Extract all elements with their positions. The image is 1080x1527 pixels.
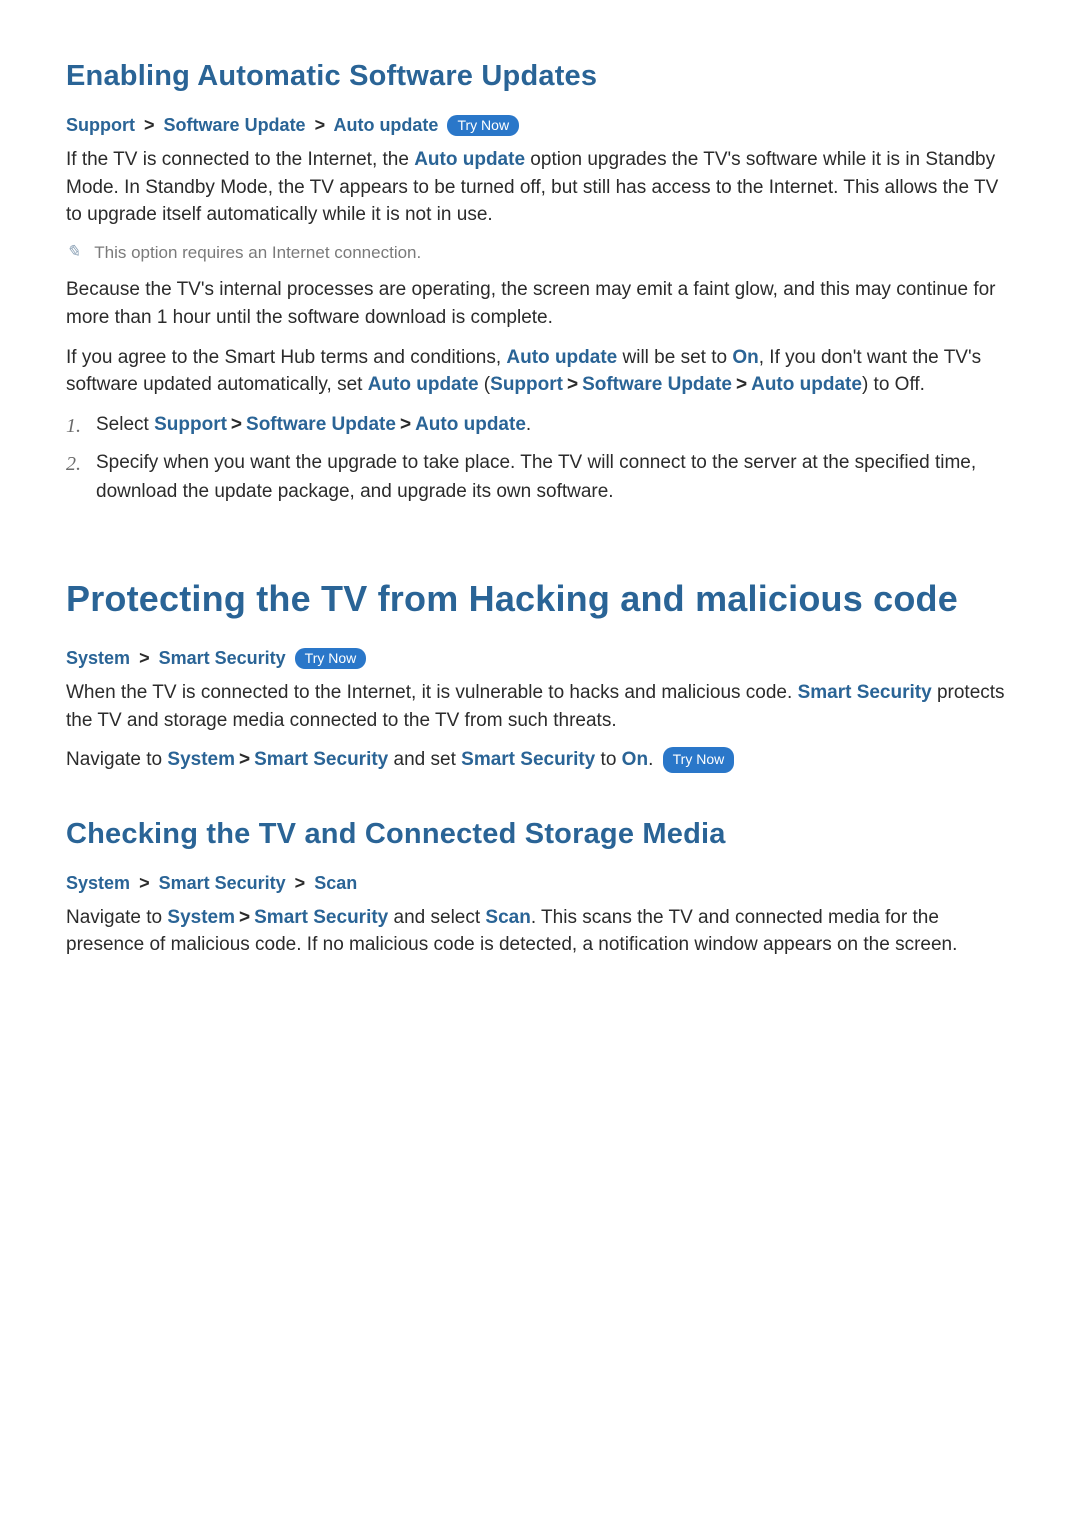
breadcrumb: Support > Software Update > Auto update … (66, 115, 1014, 136)
text: and select (388, 907, 485, 928)
step-item: Specify when you want the upgrade to tak… (66, 449, 1014, 506)
keyword-on: On (732, 347, 758, 368)
keyword-smart-security: Smart Security (461, 749, 595, 770)
text: ( (479, 374, 491, 395)
document-page: Enabling Automatic Software Updates Supp… (0, 0, 1080, 1031)
text: and set (388, 749, 461, 770)
text: Navigate to (66, 749, 167, 770)
breadcrumb-item: Support (66, 115, 135, 135)
text: ) to Off. (862, 374, 925, 395)
paragraph: Because the TV's internal processes are … (66, 276, 1014, 331)
paragraph: Navigate to System>Smart Security and se… (66, 904, 1014, 959)
section-heading-protecting: Protecting the TV from Hacking and malic… (66, 578, 1014, 620)
keyword-auto-update: Auto update (506, 347, 617, 368)
paragraph: Navigate to System>Smart Security and se… (66, 746, 1014, 774)
text: will be set to (617, 347, 732, 368)
keyword-system: System (167, 907, 235, 928)
breadcrumb-separator: > (239, 907, 250, 928)
text: If you agree to the Smart Hub terms and … (66, 347, 506, 368)
paragraph: When the TV is connected to the Internet… (66, 679, 1014, 734)
keyword-auto-update: Auto update (368, 374, 479, 395)
section-heading-auto-update: Enabling Automatic Software Updates (66, 60, 1014, 93)
keyword-on: On (622, 749, 648, 770)
breadcrumb-separator: > (567, 374, 578, 395)
text: Navigate to (66, 907, 167, 928)
breadcrumb-item: System (66, 873, 130, 893)
breadcrumb-separator: > (239, 749, 250, 770)
step-item: Select Support>Software Update>Auto upda… (66, 411, 1014, 440)
breadcrumb-item: Smart Security (159, 873, 286, 893)
breadcrumb-separator: > (144, 115, 155, 135)
paragraph: If the TV is connected to the Internet, … (66, 146, 1014, 229)
breadcrumb-item: Software Update (164, 115, 306, 135)
text: to (595, 749, 621, 770)
breadcrumb: System > Smart Security > Scan (66, 873, 1014, 894)
paragraph: If you agree to the Smart Hub terms and … (66, 344, 1014, 399)
breadcrumb-item: Smart Security (159, 648, 286, 668)
text: . (526, 414, 531, 435)
keyword-smart-security: Smart Security (254, 749, 388, 770)
keyword-smart-security: Smart Security (798, 682, 932, 703)
try-now-badge[interactable]: Try Now (663, 747, 735, 772)
keyword-scan: Scan (485, 907, 530, 928)
breadcrumb-item: System (66, 648, 130, 668)
keyword-auto-update: Auto update (751, 374, 862, 395)
try-now-badge[interactable]: Try Now (295, 648, 367, 669)
keyword-software-update: Software Update (582, 374, 732, 395)
keyword-system: System (167, 749, 235, 770)
section-heading-checking: Checking the TV and Connected Storage Me… (66, 818, 1014, 851)
breadcrumb-separator: > (315, 115, 326, 135)
breadcrumb-separator: > (231, 414, 242, 435)
breadcrumb-item: Auto update (333, 115, 438, 135)
keyword-smart-security: Smart Security (254, 907, 388, 928)
text: If the TV is connected to the Internet, … (66, 149, 414, 170)
steps-list: Select Support>Software Update>Auto upda… (66, 411, 1014, 507)
breadcrumb-separator: > (139, 648, 150, 668)
text: . (648, 749, 659, 770)
breadcrumb: System > Smart Security Try Now (66, 648, 1014, 669)
breadcrumb-item: Scan (314, 873, 357, 893)
breadcrumb-separator: > (736, 374, 747, 395)
note-text: This option requires an Internet connect… (94, 241, 421, 265)
text: When the TV is connected to the Internet… (66, 682, 798, 703)
note-icon: ✎ (66, 242, 80, 262)
keyword-support: Support (490, 374, 563, 395)
breadcrumb-separator: > (139, 873, 150, 893)
keyword-software-update: Software Update (246, 414, 396, 435)
breadcrumb-separator: > (295, 873, 306, 893)
note: ✎ This option requires an Internet conne… (66, 241, 1014, 265)
text: Select (96, 414, 154, 435)
keyword-support: Support (154, 414, 227, 435)
keyword-auto-update: Auto update (414, 149, 525, 170)
try-now-badge[interactable]: Try Now (447, 115, 519, 136)
breadcrumb-separator: > (400, 414, 411, 435)
keyword-auto-update: Auto update (415, 414, 526, 435)
